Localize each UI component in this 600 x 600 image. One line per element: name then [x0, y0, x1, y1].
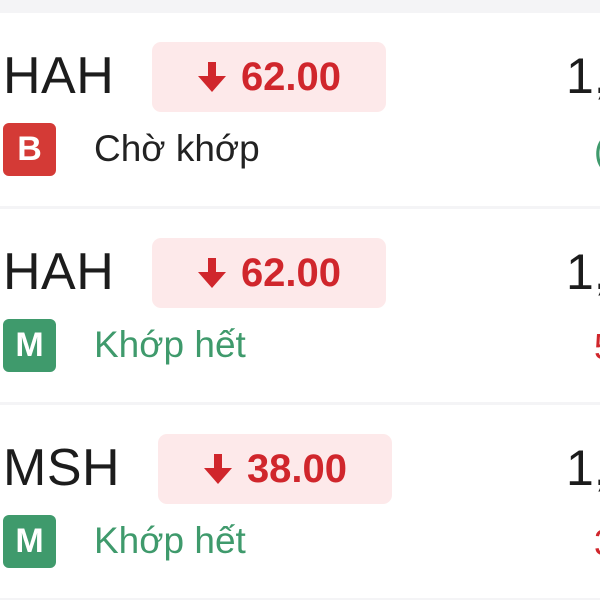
- order-row[interactable]: HAH 62.00 B Chờ khớp 1, (: [0, 13, 600, 206]
- arrow-down-icon: [197, 62, 226, 92]
- order-status: Chờ khớp: [94, 128, 260, 169]
- stock-symbol: HAH: [3, 243, 115, 301]
- price-change-chip: 38.00: [158, 434, 392, 504]
- stock-symbol: HAH: [3, 47, 115, 105]
- order-list: HAH 62.00 B Chờ khớp 1, ( HAH 62.00 M Kh…: [0, 0, 600, 600]
- price-value: 62.00: [240, 251, 342, 295]
- order-quantity-truncated: 1,: [566, 244, 600, 300]
- order-side-badge: M: [3, 515, 56, 568]
- order-detail-truncated: 3: [594, 515, 600, 571]
- arrow-down-icon: [197, 258, 226, 288]
- order-row[interactable]: HAH 62.00 M Khớp hết 1, 5: [0, 209, 600, 402]
- order-status: Khớp hết: [94, 324, 246, 365]
- order-quantity-truncated: 1,: [566, 440, 600, 496]
- stock-symbol: MSH: [3, 439, 121, 497]
- order-side-badge: B: [3, 123, 56, 176]
- price-value: 38.00: [246, 447, 348, 491]
- order-quantity-truncated: 1,: [566, 48, 600, 104]
- order-detail-truncated: 5: [594, 319, 600, 375]
- order-row[interactable]: MSH 38.00 M Khớp hết 1, 3: [0, 405, 600, 598]
- order-status: Khớp hết: [94, 520, 246, 561]
- price-change-chip: 62.00: [152, 42, 386, 112]
- order-detail-truncated: (: [594, 123, 600, 179]
- price-value: 62.00: [240, 55, 342, 99]
- price-change-chip: 62.00: [152, 238, 386, 308]
- order-side-badge: M: [3, 319, 56, 372]
- arrow-down-icon: [203, 454, 232, 484]
